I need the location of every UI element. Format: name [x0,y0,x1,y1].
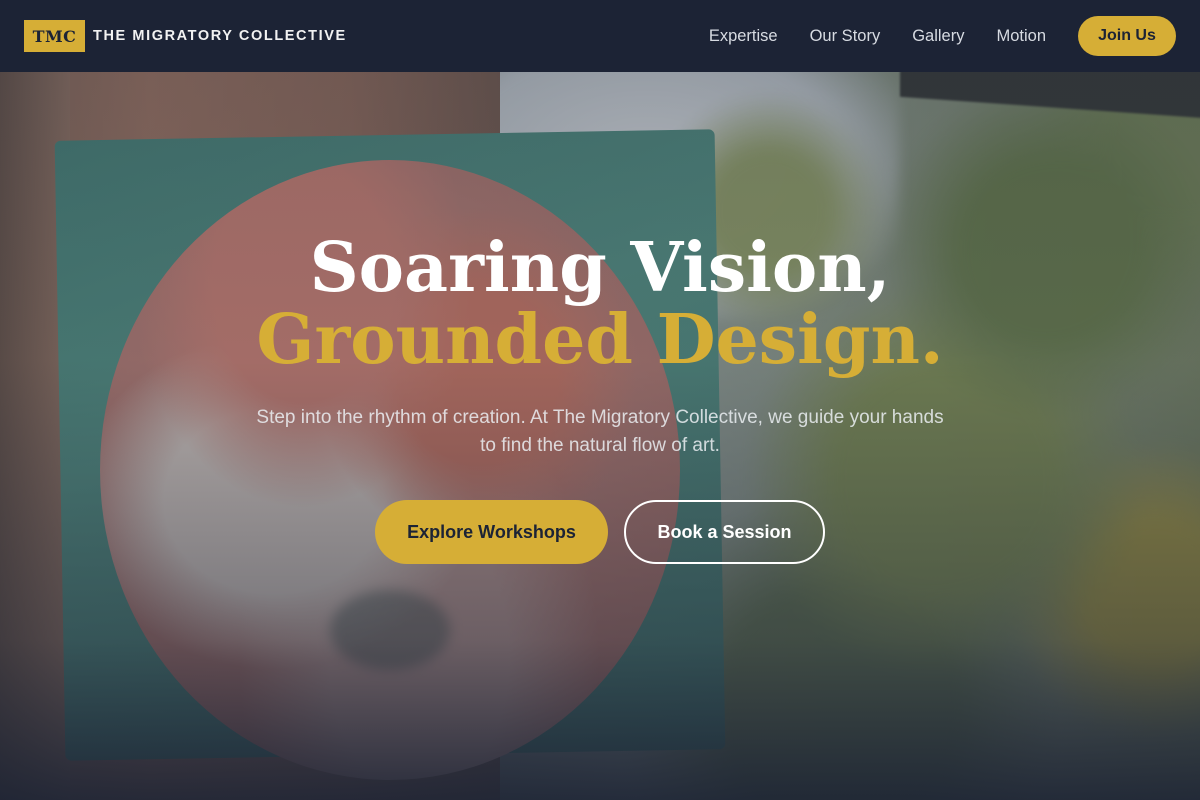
hero-headline: Soaring Vision, Grounded Design. [0,232,1200,376]
book-session-button[interactable]: Book a Session [624,500,825,564]
explore-workshops-button[interactable]: Explore Workshops [375,500,608,564]
headline-line-1: Soaring Vision, [309,228,891,308]
hero-subtitle: Step into the rhythm of creation. At The… [256,407,944,456]
hero-section: Soaring Vision, Grounded Design. Step in… [0,0,1200,800]
hero-cta-row: Explore Workshops Book a Session [375,500,825,564]
headline-line-2: Grounded Design. [256,300,944,380]
